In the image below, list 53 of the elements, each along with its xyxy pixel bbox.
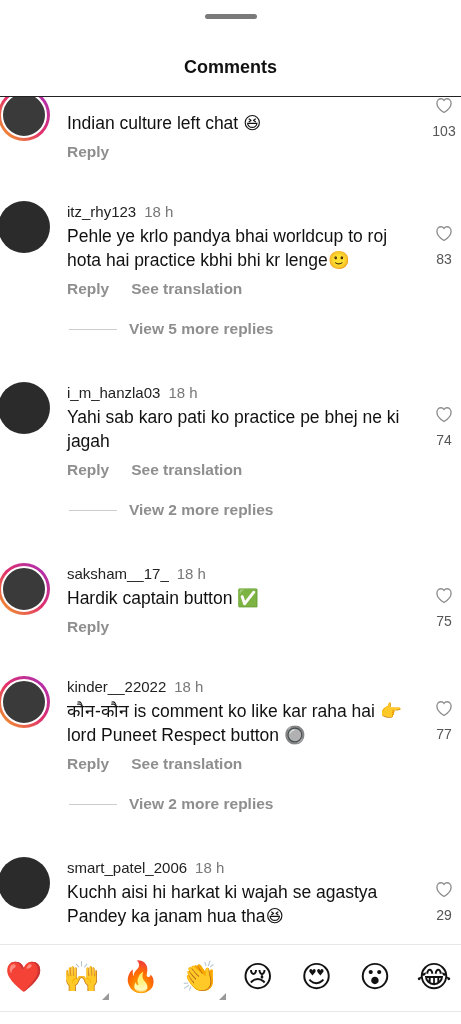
- emoji-reaction[interactable]: ❤: [0, 956, 50, 1000]
- emoji-reaction[interactable]: 🔥: [117, 956, 168, 1000]
- comment-text: Yahi sab karo pati ko practice pe bhej ne ki jagah: [67, 406, 401, 453]
- like-count: 103: [432, 123, 456, 139]
- comment-action-link[interactable]: Reply: [67, 461, 110, 479]
- comment-text: Hardik captain button ✅: [67, 587, 261, 610]
- drag-handle[interactable]: [204, 14, 257, 19]
- like-count: 77: [436, 726, 452, 742]
- comment-action-link[interactable]: Reply: [67, 755, 110, 773]
- username[interactable]: itz_rhy123: [67, 203, 137, 220]
- heart-icon[interactable]: [433, 879, 455, 899]
- timestamp: 18 h: [176, 565, 206, 582]
- sheet-title: Comments: [184, 56, 277, 79]
- comment-text: Pehle ye krlo pandya bhai worldcup to roj hota hai practice kbhi bhi kr lenge🙂: [67, 225, 389, 272]
- emoji-reaction[interactable]: 😍: [293, 956, 344, 1000]
- comment-text: Kuchh aisi hi harkat ki wajah se agastya Pandey ka janam hua tha😆: [67, 881, 379, 928]
- avatar[interactable]: [0, 382, 50, 434]
- view-replies-link[interactable]: View 2 more replies: [129, 795, 274, 813]
- avatar[interactable]: [0, 201, 50, 253]
- heart-icon[interactable]: [433, 97, 455, 115]
- heart-icon[interactable]: [433, 698, 455, 718]
- avatar[interactable]: [0, 563, 50, 615]
- comment-action-link[interactable]: See translation: [131, 461, 243, 479]
- timestamp: 18 h: [168, 384, 198, 401]
- comment-action-link[interactable]: Reply: [67, 143, 110, 161]
- heart-icon[interactable]: [433, 585, 455, 605]
- comment-action-link[interactable]: See translation: [131, 280, 243, 298]
- view-replies-link[interactable]: View 2 more replies: [129, 501, 274, 519]
- username[interactable]: smart_patel_2006: [67, 859, 188, 876]
- heart-icon[interactable]: [433, 223, 455, 243]
- like-count: 29: [436, 907, 452, 923]
- username[interactable]: kinder__22022: [67, 678, 167, 695]
- timestamp: 18 h: [174, 678, 204, 695]
- avatar[interactable]: [0, 676, 50, 728]
- avatar[interactable]: [0, 97, 50, 141]
- like-count: 74: [436, 432, 452, 448]
- comment-action-link[interactable]: Reply: [67, 618, 110, 636]
- emoji-reaction[interactable]: 😮: [352, 956, 403, 1000]
- comment-action-link[interactable]: Reply: [67, 280, 110, 298]
- like-count: 75: [436, 613, 452, 629]
- username[interactable]: i_m_hanzla03: [67, 384, 161, 401]
- heart-icon[interactable]: [433, 404, 455, 424]
- comment-text: Indian culture left chat 😆: [67, 112, 263, 135]
- like-count: 83: [436, 251, 452, 267]
- avatar[interactable]: [0, 857, 50, 909]
- comment-action-link[interactable]: See translation: [131, 755, 243, 773]
- emoji-reaction[interactable]: 😂: [410, 956, 461, 1000]
- emoji-reaction[interactable]: 😢: [234, 956, 285, 1000]
- timestamp: 18 h: [144, 203, 174, 220]
- view-replies-link[interactable]: View 5 more replies: [129, 320, 274, 338]
- username[interactable]: saksham__17_: [67, 565, 169, 582]
- timestamp: 18 h: [195, 859, 225, 876]
- comment-text: कौन-कौन is comment ko like kar raha hai 👉 lord Puneet Respect button 🔘: [67, 700, 403, 747]
